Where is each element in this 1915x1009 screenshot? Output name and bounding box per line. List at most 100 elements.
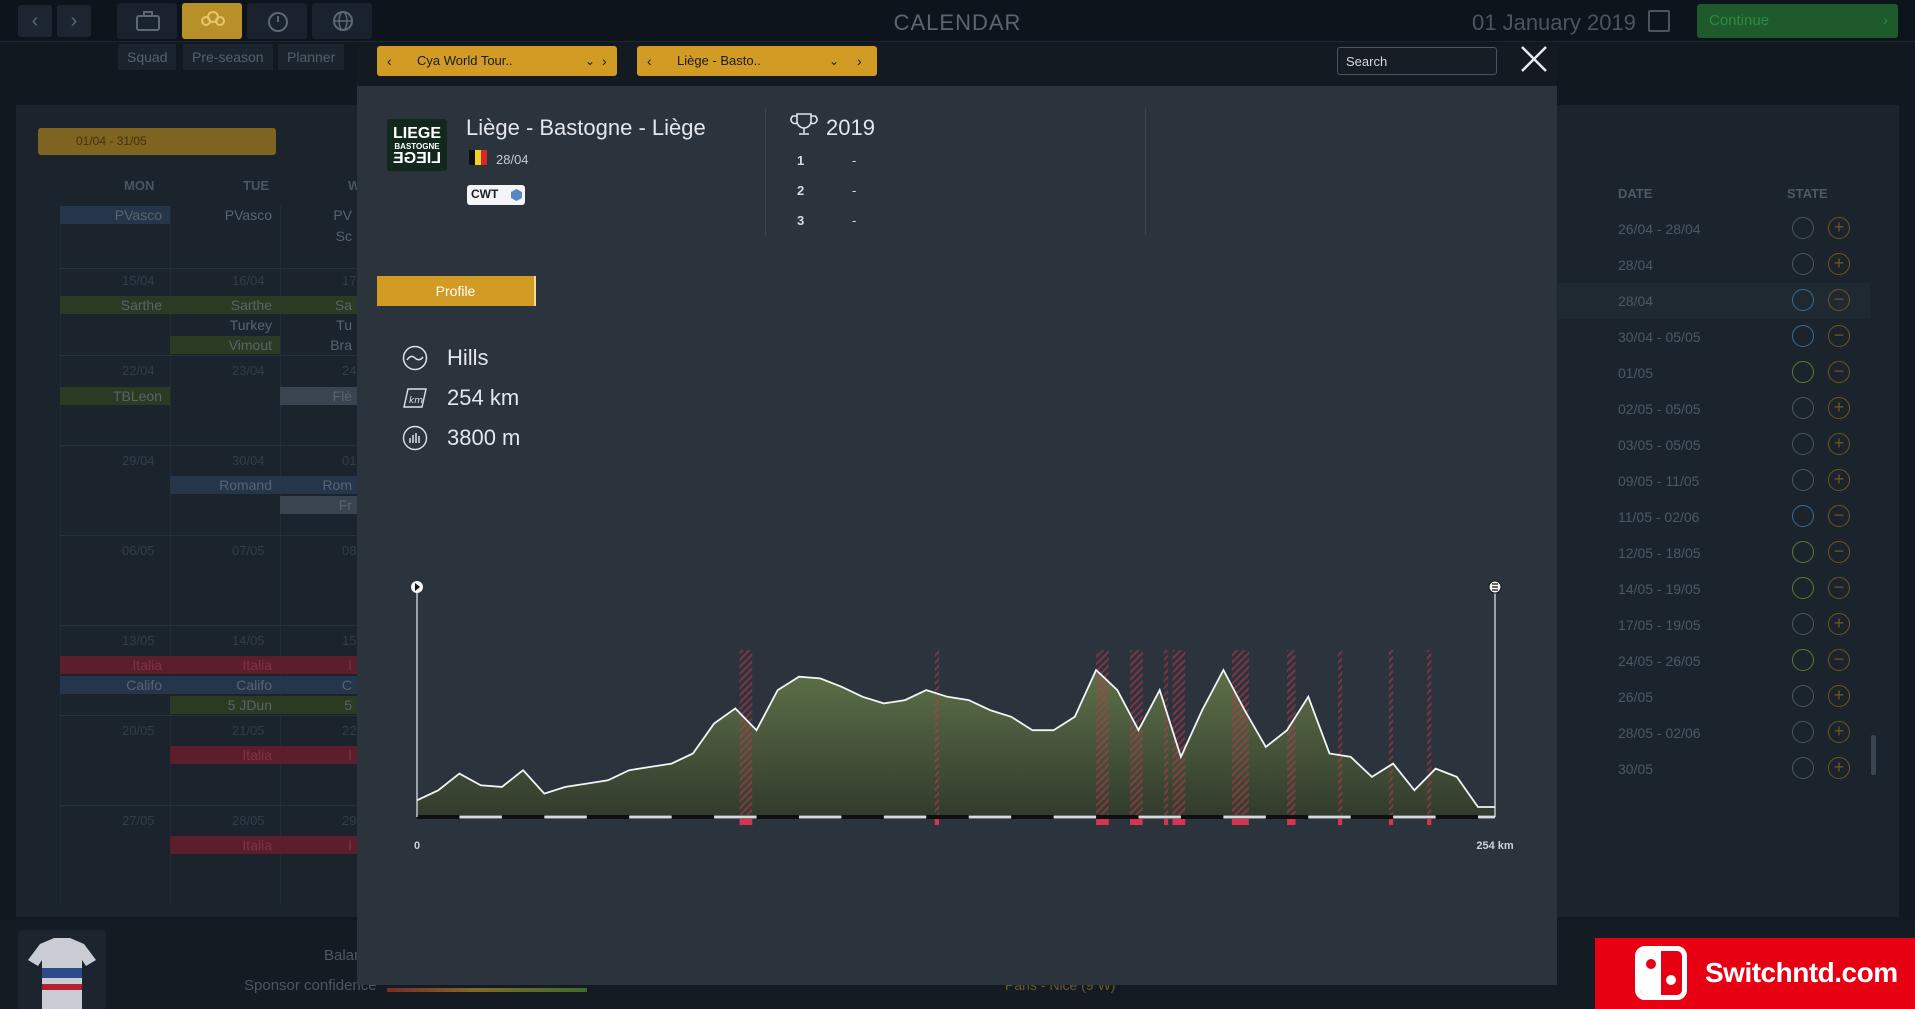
grid-line bbox=[60, 715, 360, 716]
calendar-race[interactable]: Romand bbox=[170, 476, 280, 494]
calendar-race[interactable]: I bbox=[280, 836, 360, 854]
date-range-select[interactable]: 01/04 - 31/05 bbox=[38, 128, 276, 155]
day-number: 22 bbox=[342, 723, 357, 738]
distance-km-icon: km bbox=[403, 388, 427, 408]
calendar-race[interactable]: Sarthe bbox=[60, 296, 170, 314]
list-item[interactable]: 11/05 - 02/06 − bbox=[1558, 499, 1870, 535]
add-icon[interactable]: + bbox=[1828, 757, 1850, 779]
calendar-race[interactable]: Vimout bbox=[170, 336, 280, 354]
calendar-race[interactable]: C bbox=[280, 676, 360, 694]
calendar-race[interactable]: Sa bbox=[280, 296, 360, 314]
search-input[interactable] bbox=[1337, 47, 1497, 75]
calendar-race[interactable]: TBLeon bbox=[60, 387, 170, 405]
add-icon[interactable]: + bbox=[1828, 433, 1850, 455]
subtab-squad[interactable]: Squad bbox=[118, 44, 177, 70]
race-date: 28/04 bbox=[496, 152, 529, 167]
tour-select[interactable]: ‹ Cya World Tour.. ⌄ › bbox=[377, 46, 617, 76]
day-number: 24 bbox=[342, 363, 357, 378]
calendar-race[interactable]: Italia bbox=[170, 836, 280, 854]
calendar-race[interactable]: Italia bbox=[170, 746, 280, 764]
remove-icon[interactable]: − bbox=[1828, 577, 1850, 599]
calendar-race[interactable]: PV bbox=[280, 206, 360, 224]
list-item[interactable]: 26/04 - 28/04 + bbox=[1558, 211, 1870, 247]
list-item[interactable]: 03/05 - 05/05 + bbox=[1558, 427, 1870, 463]
calendar-race[interactable]: Turkey bbox=[170, 316, 280, 334]
climb-zone bbox=[1427, 650, 1432, 817]
list-item[interactable]: 01/05 − bbox=[1558, 355, 1870, 391]
add-icon[interactable]: + bbox=[1828, 217, 1850, 239]
close-icon[interactable] bbox=[1514, 39, 1554, 79]
list-item[interactable]: 14/05 - 19/05 − bbox=[1558, 571, 1870, 607]
modal-header: ‹ Cya World Tour.. ⌄ › ‹ Liège - Basto..… bbox=[357, 45, 1557, 86]
day-header-mon: MON bbox=[124, 178, 155, 193]
calendar-race[interactable]: PVasco bbox=[60, 206, 170, 224]
chevron-right-icon[interactable]: › bbox=[857, 46, 862, 76]
climb-zone bbox=[1388, 650, 1394, 817]
remove-icon[interactable]: − bbox=[1828, 325, 1850, 347]
subtab-preseason[interactable]: Pre-season bbox=[183, 44, 273, 70]
calendar-race[interactable]: Califo bbox=[170, 676, 280, 694]
calendar-race[interactable]: Italia bbox=[60, 656, 170, 674]
calendar-race[interactable]: 5 JDun bbox=[170, 696, 280, 714]
remove-icon[interactable]: − bbox=[1828, 649, 1850, 671]
category-badge: CWT bbox=[467, 185, 525, 205]
race-detail-modal: ‹ Cya World Tour.. ⌄ › ‹ Liège - Basto..… bbox=[357, 45, 1557, 985]
chevron-right-icon[interactable]: › bbox=[602, 46, 607, 76]
day-header-tue: TUE bbox=[243, 178, 269, 193]
calendar-race[interactable]: Italia bbox=[170, 656, 280, 674]
calendar-race[interactable]: Tu bbox=[280, 316, 360, 334]
chart-plot-area bbox=[411, 580, 1502, 825]
add-icon[interactable]: + bbox=[1828, 397, 1850, 419]
tab-profile[interactable]: Profile bbox=[377, 276, 536, 306]
state-icon bbox=[1792, 325, 1814, 347]
calendar-race[interactable]: Bra bbox=[280, 336, 360, 354]
list-item[interactable]: 12/05 - 18/05 − bbox=[1558, 535, 1870, 571]
calendar-race[interactable]: I bbox=[280, 746, 360, 764]
calendar-race[interactable]: Flè bbox=[280, 387, 360, 405]
state-icon bbox=[1792, 433, 1814, 455]
rank-3: 3 bbox=[797, 213, 805, 228]
remove-icon[interactable]: − bbox=[1828, 289, 1850, 311]
remove-icon[interactable]: − bbox=[1828, 505, 1850, 527]
calendar-icon[interactable] bbox=[1648, 10, 1670, 32]
calendar-race[interactable]: Rom bbox=[280, 476, 360, 494]
day-number: 15/04 bbox=[122, 273, 155, 288]
add-icon[interactable]: + bbox=[1828, 613, 1850, 635]
add-icon[interactable]: + bbox=[1828, 685, 1850, 707]
list-item[interactable]: 26/05 + bbox=[1558, 679, 1870, 715]
list-item[interactable]: 28/04 + bbox=[1558, 247, 1870, 283]
remove-icon[interactable]: − bbox=[1828, 541, 1850, 563]
list-item-date: 09/05 - 11/05 bbox=[1618, 473, 1700, 489]
chevron-left-icon[interactable]: ‹ bbox=[647, 46, 652, 76]
list-item[interactable]: 24/05 - 26/05 − bbox=[1558, 643, 1870, 679]
calendar-race[interactable]: Sarthe bbox=[170, 296, 280, 314]
day-number: 29 bbox=[342, 813, 357, 828]
day-number: 29/04 bbox=[122, 453, 155, 468]
add-icon[interactable]: + bbox=[1828, 253, 1850, 275]
calendar-race[interactable]: Fr bbox=[280, 496, 360, 514]
calendar-race[interactable]: Califo bbox=[60, 676, 170, 694]
calendar-race[interactable]: PVasco bbox=[170, 206, 280, 224]
race-select[interactable]: ‹ Liège - Basto.. ⌄ › bbox=[637, 46, 877, 76]
calendar-race[interactable]: I bbox=[280, 656, 360, 674]
chevron-down-icon[interactable]: ⌄ bbox=[829, 46, 839, 76]
grid-line bbox=[60, 445, 360, 446]
add-icon[interactable]: + bbox=[1828, 469, 1850, 491]
add-icon[interactable]: + bbox=[1828, 721, 1850, 743]
list-item[interactable]: 28/05 - 02/06 + bbox=[1558, 715, 1870, 751]
current-date: 01 January 2019 bbox=[1472, 10, 1636, 35]
calendar-race[interactable]: 5 bbox=[280, 696, 360, 714]
list-item[interactable]: 09/05 - 11/05 + bbox=[1558, 463, 1870, 499]
subtab-planner[interactable]: Planner bbox=[278, 44, 345, 70]
chevron-left-icon[interactable]: ‹ bbox=[387, 46, 392, 76]
chevron-down-icon[interactable]: ⌄ bbox=[585, 46, 595, 76]
list-item[interactable]: 28/04 − bbox=[1558, 283, 1870, 319]
calendar-race[interactable]: Sc bbox=[280, 227, 360, 245]
list-item[interactable]: 30/04 - 05/05 − bbox=[1558, 319, 1870, 355]
list-item[interactable]: 17/05 - 19/05 + bbox=[1558, 607, 1870, 643]
list-item[interactable]: 02/05 - 05/05 + bbox=[1558, 391, 1870, 427]
continue-button[interactable]: Continue › bbox=[1697, 4, 1898, 38]
remove-icon[interactable]: − bbox=[1828, 361, 1850, 383]
list-scrollbar[interactable] bbox=[1871, 735, 1876, 775]
list-item[interactable]: 30/05 + bbox=[1558, 751, 1870, 787]
